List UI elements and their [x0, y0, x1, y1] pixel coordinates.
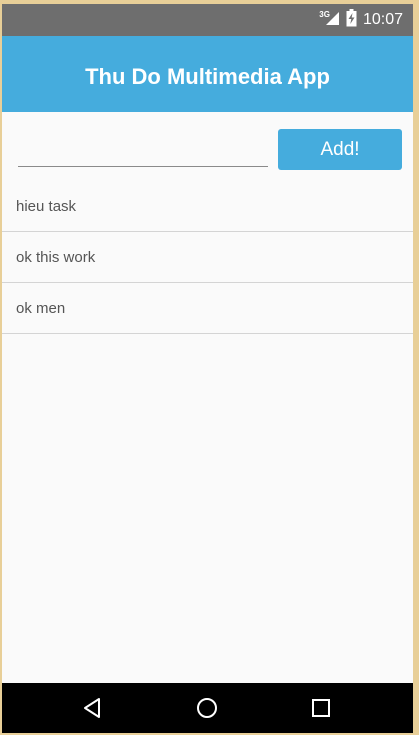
add-button[interactable]: Add!	[278, 129, 402, 170]
status-bar: 3G 10:07	[2, 4, 413, 36]
home-icon	[197, 698, 217, 718]
network-type-label: 3G	[319, 9, 330, 19]
back-icon	[84, 698, 100, 718]
list-item[interactable]: hieu task	[2, 181, 413, 232]
list-item[interactable]: ok men	[2, 283, 413, 334]
task-list: hieu task ok this work ok men	[2, 181, 413, 334]
status-icons: 3G 10:07	[319, 4, 403, 36]
app-bar: Thu Do Multimedia App	[2, 36, 413, 112]
status-time: 10:07	[362, 11, 403, 28]
task-input[interactable]	[18, 136, 268, 167]
task-input-row: Add!	[2, 112, 413, 184]
recents-icon	[312, 699, 330, 717]
home-button[interactable]	[182, 683, 232, 733]
device-screen: 3G 10:07 Thu Do Multimedia App Add! hieu…	[2, 4, 413, 733]
app-title: Thu Do Multimedia App	[85, 64, 330, 89]
battery-icon	[346, 8, 357, 32]
back-button[interactable]	[68, 683, 118, 733]
recents-button[interactable]	[296, 683, 346, 733]
navigation-bar	[2, 683, 413, 733]
list-item[interactable]: ok this work	[2, 232, 413, 283]
